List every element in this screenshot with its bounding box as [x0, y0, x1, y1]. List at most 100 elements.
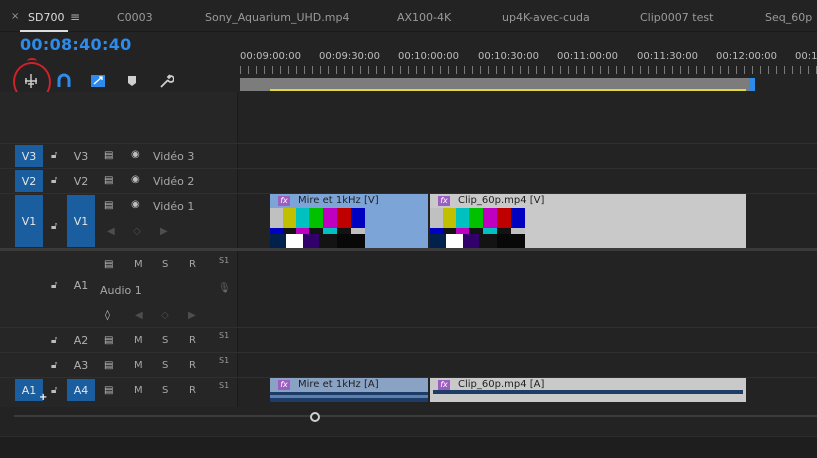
record-voiceover-button[interactable]: R	[189, 259, 196, 270]
lock-icon[interactable]: 🔓︎	[51, 221, 57, 232]
previous-keyframe-icon[interactable]: ◀	[135, 310, 143, 321]
record-voiceover-button[interactable]: R	[189, 335, 196, 346]
ruler-label: 00:10:30:00	[478, 51, 540, 62]
audio-clip-60p[interactable]: fx Clip_60p.mp4 [A]	[430, 378, 746, 402]
sync-lock-icon[interactable]: ▤	[104, 360, 113, 371]
add-marker-icon[interactable]	[123, 72, 141, 90]
track-target-v1[interactable]: V1	[67, 195, 95, 247]
linked-selection-icon[interactable]	[89, 72, 107, 90]
track-name-a1: Audio 1	[100, 284, 142, 297]
snap-magnet-icon[interactable]	[55, 72, 73, 90]
tab-menu-icon[interactable]: ≡	[70, 10, 80, 24]
ruler-ticks	[240, 66, 817, 74]
add-keyframe-icon[interactable]: ◇	[161, 310, 169, 321]
previous-keyframe-icon[interactable]: ◀	[107, 226, 115, 237]
channel-indicator: S1	[219, 331, 230, 340]
tab-sd700[interactable]: SD700	[28, 11, 64, 24]
audio-waveform	[433, 390, 743, 394]
ruler-label: 00:09:00:00	[240, 51, 302, 62]
source-patch-v3[interactable]: V3	[15, 145, 43, 167]
clip-title: fx Mire et 1kHz [A]	[270, 378, 428, 392]
mute-button[interactable]: M	[134, 259, 143, 270]
next-keyframe-icon[interactable]: ▶	[160, 226, 168, 237]
track-divider	[0, 352, 817, 353]
track-target-a1[interactable]: A1	[67, 274, 95, 296]
track-name-v1: Vidéo 1	[153, 200, 195, 213]
track-target-v2[interactable]: V2	[67, 170, 95, 192]
fx-badge-icon: fx	[278, 196, 290, 206]
sequence-tab-bar: × SD700 ≡ C0003 Sony_Aquarium_UHD.mp4 AX…	[0, 0, 817, 32]
clip-title: fx Clip_60p.mp4 [V]	[430, 194, 746, 208]
record-voiceover-button[interactable]: R	[189, 360, 196, 371]
solo-button[interactable]: S	[162, 360, 168, 371]
ruler-label: 00:12:00:00	[716, 51, 778, 62]
eye-icon[interactable]: ◉	[131, 199, 140, 210]
track-divider	[0, 143, 817, 144]
ruler-label: 00:09:30:00	[319, 51, 381, 62]
timeline-zoom-scrollbar[interactable]	[14, 412, 817, 422]
lock-icon[interactable]: 🔓︎	[51, 385, 57, 396]
next-keyframe-icon[interactable]: ▶	[188, 310, 196, 321]
source-patch-v1[interactable]: V1	[15, 195, 43, 247]
eye-icon[interactable]: ◉	[131, 174, 140, 185]
tab-c0003[interactable]: C0003	[117, 11, 153, 24]
video-clip-mire[interactable]: fx Mire et 1kHz [V]	[270, 194, 428, 248]
video-audio-divider	[0, 248, 817, 251]
tab-seq-60p[interactable]: Seq_60p	[765, 11, 812, 24]
ruler-label: 00:1	[795, 51, 817, 62]
tab-sony-aquarium[interactable]: Sony_Aquarium_UHD.mp4	[205, 11, 349, 24]
time-ruler[interactable]: 00:09:00:00 00:09:30:00 00:10:00:00 00:1…	[238, 42, 817, 92]
clip-label: Mire et 1kHz [V]	[298, 195, 379, 206]
lock-icon[interactable]: 🔓︎	[51, 335, 57, 346]
solo-button[interactable]: S	[162, 259, 168, 270]
track-name-v3: Vidéo 3	[153, 150, 195, 163]
ruler-label: 00:11:30:00	[637, 51, 699, 62]
audio-clip-mire[interactable]: fx Mire et 1kHz [A]	[270, 378, 428, 402]
track-target-a2[interactable]: A2	[67, 329, 95, 351]
mute-button[interactable]: M	[134, 385, 143, 396]
record-voiceover-button[interactable]: R	[189, 385, 196, 396]
tab-clip0007-test[interactable]: Clip0007 test	[640, 11, 713, 24]
tab-ax100-4k[interactable]: AX100-4K	[397, 11, 451, 24]
lock-icon[interactable]: 🔓︎	[51, 280, 57, 291]
solo-button[interactable]: S	[162, 385, 168, 396]
annotation-mark	[27, 58, 37, 64]
scrollbar-handle[interactable]	[310, 412, 320, 422]
eye-icon[interactable]: ◉	[131, 149, 140, 160]
wrench-settings-icon[interactable]	[157, 72, 175, 90]
microphone-icon[interactable]: 🎙︎	[218, 283, 231, 294]
work-area-range	[270, 89, 746, 91]
clip-label: Mire et 1kHz [A]	[298, 379, 379, 390]
video-clip-60p[interactable]: fx Clip_60p.mp4 [V]	[430, 194, 746, 248]
sync-lock-icon[interactable]: ▤	[104, 200, 113, 211]
sync-lock-icon[interactable]: ▤	[104, 335, 113, 346]
mute-button[interactable]: M	[134, 360, 143, 371]
clip-title: fx Mire et 1kHz [V]	[270, 194, 428, 208]
work-area-end-handle[interactable]	[749, 78, 755, 91]
close-tab-icon[interactable]: ×	[11, 11, 19, 22]
fx-badge-icon: fx	[438, 380, 450, 390]
scrollbar-track[interactable]	[14, 415, 817, 417]
sync-lock-icon[interactable]: ▤	[104, 175, 113, 186]
lock-icon[interactable]: 🔓︎	[51, 360, 57, 371]
panel-footer	[0, 436, 817, 458]
track-target-a3[interactable]: A3	[67, 354, 95, 376]
color-bars-thumbnail	[270, 208, 365, 248]
sync-lock-icon[interactable]: ▤	[104, 259, 113, 270]
sync-lock-icon[interactable]: ▤	[104, 150, 113, 161]
channel-indicator: S1	[219, 356, 230, 365]
lock-icon[interactable]: 🔓︎	[51, 150, 57, 161]
sync-lock-icon[interactable]: ▤	[104, 385, 113, 396]
track-volume-icon[interactable]: ◊	[105, 310, 110, 321]
mute-button[interactable]: M	[134, 335, 143, 346]
track-target-a4[interactable]: A4	[67, 379, 95, 401]
solo-button[interactable]: S	[162, 335, 168, 346]
tab-up4k-avec-cuda[interactable]: up4K-avec-cuda	[502, 11, 590, 24]
fx-badge-icon: fx	[278, 380, 290, 390]
playhead-timecode[interactable]: 00:08:40:40	[20, 35, 132, 54]
source-patch-v2[interactable]: V2	[15, 170, 43, 192]
fx-badge-icon: fx	[438, 196, 450, 206]
lock-icon[interactable]: 🔓︎	[51, 175, 57, 186]
track-target-v3[interactable]: V3	[67, 145, 95, 167]
add-keyframe-icon[interactable]: ◇	[133, 226, 141, 237]
